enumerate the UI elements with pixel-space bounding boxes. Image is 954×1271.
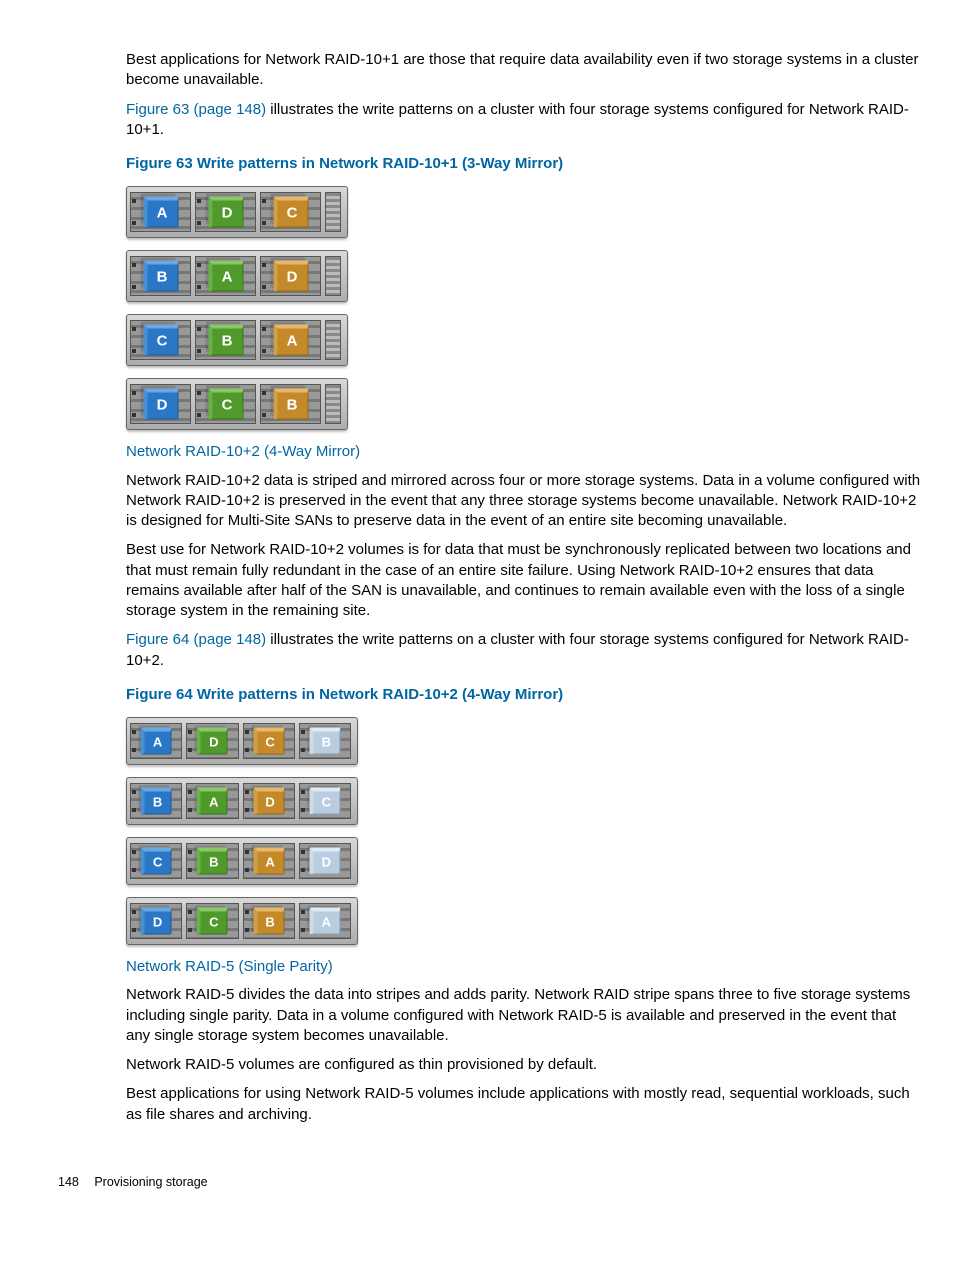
storage-chassis-3: C B A xyxy=(126,314,348,366)
body-paragraph: Best use for Network RAID-10+2 volumes i… xyxy=(126,540,924,621)
figure-64-caption: Figure 64 Write patterns in Network RAID… xyxy=(126,685,924,705)
page-footer: 148 Provisioning storage xyxy=(0,1174,954,1191)
block-b: B xyxy=(253,908,284,935)
figure-64: A D C B B A D C C B A D D xyxy=(126,717,924,945)
block-a: A xyxy=(143,197,178,228)
body-paragraph: Network RAID-5 volumes are configured as… xyxy=(126,1055,924,1075)
block-a: A xyxy=(208,261,243,292)
block-b: B xyxy=(197,848,228,875)
block-b: B xyxy=(309,728,340,755)
storage-chassis-2: B A D xyxy=(126,250,348,302)
footer-section-title: Provisioning storage xyxy=(94,1175,207,1189)
storage-chassis-4: D C B xyxy=(126,378,348,430)
body-paragraph: Network RAID-10+2 data is striped and mi… xyxy=(126,471,924,532)
block-c: C xyxy=(273,197,308,228)
figure-63-caption: Figure 63 Write patterns in Network RAID… xyxy=(126,154,924,174)
body-paragraph: Figure 63 (page 148) illustrates the wri… xyxy=(126,100,924,141)
block-d: D xyxy=(253,788,284,815)
figure-63: A D C B A D C B A D C B xyxy=(126,186,924,430)
storage-chassis-3: C B A D xyxy=(126,837,358,885)
block-c: C xyxy=(143,325,178,356)
body-paragraph: Best applications for using Network RAID… xyxy=(126,1084,924,1125)
block-c: C xyxy=(253,728,284,755)
block-d: D xyxy=(141,908,172,935)
body-paragraph: Best applications for Network RAID-10+1 … xyxy=(126,50,924,91)
storage-chassis-4: D C B A xyxy=(126,897,358,945)
body-paragraph: Figure 64 (page 148) illustrates the wri… xyxy=(126,630,924,671)
block-b: B xyxy=(208,325,243,356)
block-a: A xyxy=(141,728,172,755)
section-heading-raid5: Network RAID-5 (Single Parity) xyxy=(126,957,924,977)
storage-chassis-2: B A D C xyxy=(126,777,358,825)
figure-63-link[interactable]: Figure 63 (page 148) xyxy=(126,101,266,118)
block-b: B xyxy=(143,261,178,292)
block-b: B xyxy=(273,389,308,420)
block-d: D xyxy=(273,261,308,292)
section-heading-raid102: Network RAID-10+2 (4-Way Mirror) xyxy=(126,442,924,462)
block-c: C xyxy=(141,848,172,875)
block-c: C xyxy=(208,389,243,420)
page-number: 148 xyxy=(58,1174,79,1191)
figure-64-link[interactable]: Figure 64 (page 148) xyxy=(126,631,266,648)
storage-chassis-1: A D C B xyxy=(126,717,358,765)
block-b: B xyxy=(141,788,172,815)
block-c: C xyxy=(197,908,228,935)
block-d: D xyxy=(197,728,228,755)
block-a: A xyxy=(309,908,340,935)
block-d: D xyxy=(143,389,178,420)
storage-chassis-1: A D C xyxy=(126,186,348,238)
block-d: D xyxy=(208,197,243,228)
body-paragraph: Network RAID-5 divides the data into str… xyxy=(126,985,924,1046)
block-d: D xyxy=(309,848,340,875)
block-a: A xyxy=(273,325,308,356)
block-c: C xyxy=(309,788,340,815)
block-a: A xyxy=(197,788,228,815)
block-a: A xyxy=(253,848,284,875)
